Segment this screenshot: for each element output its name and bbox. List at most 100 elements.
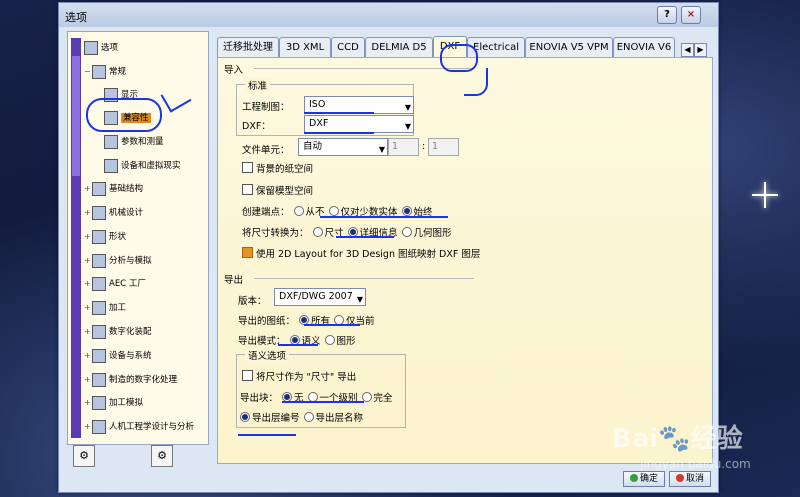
use-2d-layout-label: 使用 2D Layout for 3D Design 图纸映射 DXF 图层 [256, 249, 481, 260]
expand-icon: + [84, 327, 91, 336]
version-label: 版本： [238, 296, 267, 307]
bg-paper-space-checkbox[interactable] [242, 162, 253, 173]
mode-graphic-radio[interactable] [324, 335, 335, 345]
expand-icon: + [84, 208, 91, 217]
annotation-circle-compatibility [86, 98, 162, 132]
annotation-hook-dxf [464, 68, 488, 96]
cancel-button[interactable]: 取消 [669, 471, 711, 487]
cancel-icon [675, 474, 684, 482]
shape-icon [92, 229, 106, 244]
tree-item-analysis[interactable]: + 分析与模拟 [84, 253, 152, 269]
standard-group-label: 标准 [245, 78, 271, 92]
layer-name-radio[interactable] [303, 412, 314, 422]
create-point-never-radio[interactable] [293, 206, 304, 216]
annotation-underline-all [304, 324, 360, 326]
file-unit-label: 文件单元： [242, 145, 290, 156]
tab-delmia-d5[interactable]: DELMIA D5 [365, 37, 433, 57]
dim-convert-geometry-radio[interactable] [401, 227, 412, 237]
parameters-icon [104, 134, 118, 149]
tree-item-parameters[interactable]: 参数和测量 [104, 134, 164, 150]
mechanical-icon [92, 205, 106, 220]
tree-item-equipment[interactable]: + 设备与系统 [84, 348, 152, 364]
machining-sim-icon [92, 395, 106, 410]
equipment-icon [92, 348, 106, 363]
export-section-label: 导出 [224, 275, 244, 286]
tree-item-aec[interactable]: + AEC 工厂 [84, 276, 146, 292]
expand-icon: + [84, 422, 91, 431]
digital-mockup-icon [92, 324, 106, 339]
tab-enovia-v6[interactable]: ENOVIA V6 [613, 37, 675, 57]
expand-icon: + [84, 375, 91, 384]
tree-toolbar: ⚙ ⚙ [67, 445, 207, 467]
watermark-brand: Bai🐾经验 [612, 424, 743, 454]
titlebar: 选项 ? × [59, 3, 718, 27]
annotation-underline-detail [336, 236, 394, 238]
tree-scrollbar[interactable] [71, 38, 81, 438]
unit-ratio-separator: : [422, 141, 426, 152]
tree-tool-right-icon[interactable]: ⚙ [151, 445, 173, 467]
expand-icon: + [84, 398, 91, 407]
tab-enovia-v5-vpm[interactable]: ENOVIA V5 VPM [525, 37, 613, 57]
dxf-standard-select[interactable]: DXF ▼ [304, 115, 414, 133]
ok-icon [629, 474, 638, 482]
expand-icon: + [84, 279, 91, 288]
tree-item-general[interactable]: − 常规 [84, 64, 126, 80]
dxf-label: DXF： [242, 121, 271, 132]
tree-item-shape[interactable]: + 形状 [84, 229, 126, 245]
collapse-icon: − [84, 67, 91, 76]
semantic-options-label: 语义选项 [245, 348, 290, 362]
unit-ratio-spin-1[interactable]: 1 [388, 138, 419, 156]
layer-options-label: 导出层编号 导出层名称 [236, 410, 363, 424]
file-unit-select[interactable]: 自动 ▼ [298, 138, 388, 156]
tree-item-machining[interactable]: + 加工 [84, 300, 126, 316]
analysis-icon [92, 253, 106, 268]
expand-icon: + [84, 351, 91, 360]
dim-convert-dimension-radio[interactable] [312, 227, 323, 237]
tree-tool-left-icon[interactable]: ⚙ [73, 445, 95, 467]
options-tree: 选项 − 常规 显示 兼容性 参数和测量 设备和虚拟现实 + 基础结构 + 机械设计 … [67, 31, 209, 445]
keep-model-space-checkbox[interactable] [242, 184, 253, 195]
tree-item-digital-mockup[interactable]: + 数字化装配 [84, 324, 152, 340]
annotation-underline-semantic [278, 344, 318, 346]
tree-item-options[interactable]: 选项 [84, 40, 118, 56]
version-select[interactable]: DXF/DWG 2007 ▼ [274, 288, 366, 306]
tab-ccd[interactable]: CCD [331, 37, 365, 57]
tree-item-ergonomics[interactable]: + 人机工程学设计与分析 [84, 419, 194, 435]
export-divider [254, 278, 474, 279]
annotation-underline-layer [238, 434, 296, 436]
watermark-url: jingyan.baidu.com [640, 457, 751, 471]
help-button[interactable]: ? [657, 6, 677, 24]
layer-number-radio[interactable] [240, 412, 250, 422]
keep-model-space-label: 保留模型空间 [256, 186, 314, 197]
general-icon [92, 64, 106, 79]
annotation-underline-create-point [320, 216, 448, 218]
star-sparkle [752, 182, 778, 208]
drawing-label: 工程制图： [242, 102, 290, 113]
tree-item-infrastructure[interactable]: + 基础结构 [84, 181, 143, 197]
expand-icon: + [84, 256, 91, 265]
close-button[interactable]: × [681, 6, 701, 24]
ergonomics-icon [92, 419, 106, 434]
aec-icon [92, 276, 106, 291]
import-divider [254, 68, 474, 69]
create-point-always-radio[interactable] [401, 206, 412, 216]
bg-paper-space-label: 背景的纸空间 [256, 164, 314, 175]
export-dim-checkbox[interactable] [242, 370, 253, 381]
tree-item-machining-sim[interactable]: + 加工模拟 [84, 395, 143, 411]
unit-ratio-spin-2[interactable]: 1 [428, 138, 459, 156]
tab-3dxml[interactable]: 3D XML [279, 37, 331, 57]
tree-item-mechanical[interactable]: + 机械设计 [84, 205, 143, 221]
create-point-few-radio[interactable] [328, 206, 339, 216]
annotation-underline-dxf [304, 132, 374, 134]
tree-item-devices-vr[interactable]: 设备和虚拟现实 [104, 158, 181, 174]
import-section-label: 导入 [224, 65, 244, 76]
use-2d-layout-checkbox[interactable] [242, 247, 253, 258]
ok-button[interactable]: 确定 [623, 471, 665, 487]
tree-item-manufacturing[interactable]: + 制造的数字化处理 [84, 372, 177, 388]
annotation-underline-block [282, 401, 364, 403]
tab-migration-batch[interactable]: 迁移批处理 [217, 37, 279, 57]
tab-scroll-right-icon[interactable]: ▶ [694, 43, 707, 57]
devices-icon [104, 158, 118, 173]
chevron-down-icon: ▼ [356, 295, 363, 304]
tab-scroll-left-icon[interactable]: ◀ [681, 43, 694, 57]
